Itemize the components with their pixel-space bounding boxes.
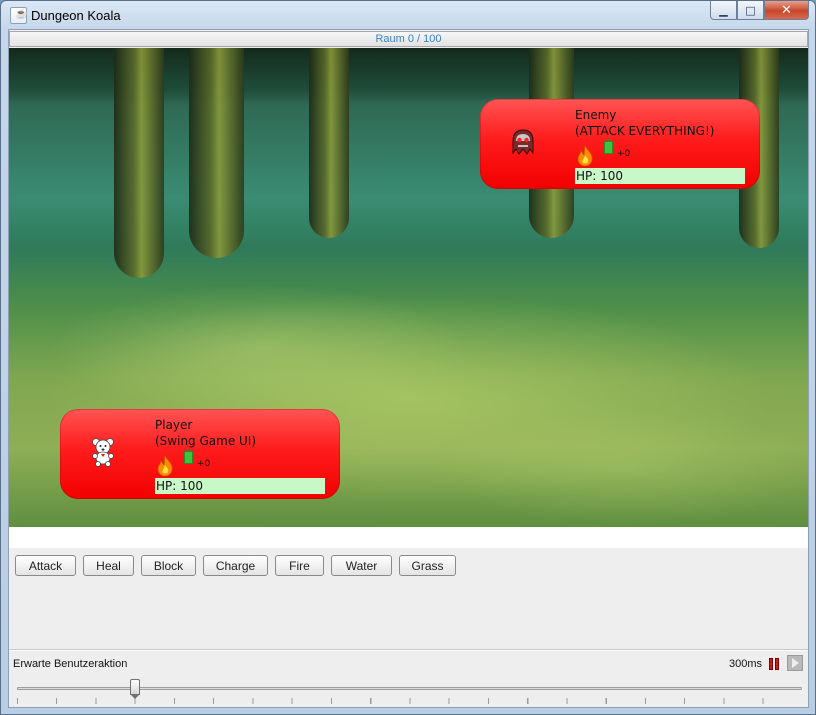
battery-icon: [604, 139, 613, 154]
window-controls: ▁ □ ✕: [710, 1, 809, 21]
block-button[interactable]: Block: [141, 555, 196, 576]
enemy-card: Enemy (ATTACK EVERYTHING!) +0 HP: 100: [480, 99, 760, 189]
maximize-button[interactable]: □: [737, 1, 764, 20]
app-window: ☕ Dungeon Koala ▁ □ ✕ Raum 0 / 100 Enemy…: [0, 0, 816, 715]
enemy-hp-bar: HP: 100: [575, 168, 745, 184]
slider-thumb[interactable]: [130, 679, 140, 699]
room-progress-bar: Raum 0 / 100: [9, 31, 808, 47]
close-icon: ✕: [781, 2, 792, 18]
minimize-button[interactable]: ▁: [710, 1, 737, 20]
ghost-monster-icon: [512, 129, 534, 155]
tree-trunk: [189, 48, 244, 258]
grass-button[interactable]: Grass: [399, 555, 456, 576]
player-hp-bar: HP: 100: [155, 478, 325, 494]
play-icon[interactable]: [787, 655, 803, 671]
client-area: Raum 0 / 100 Enemy (ATTACK EVERYTHING!): [8, 29, 809, 708]
speed-label: 300ms: [729, 658, 763, 670]
pause-icon[interactable]: [769, 658, 780, 670]
water-button[interactable]: Water: [331, 555, 392, 576]
message-area: [9, 527, 808, 548]
tree-trunk: [309, 48, 349, 238]
enemy-charge: +0: [617, 149, 631, 159]
attack-button[interactable]: Attack: [15, 555, 76, 576]
fire-icon: [577, 145, 593, 167]
maximize-icon: □: [745, 3, 756, 17]
tree-trunk: [114, 48, 164, 278]
progress-label: Raum 0 / 100: [375, 33, 442, 45]
minimize-icon: ▁: [719, 3, 728, 17]
window-title: Dungeon Koala: [31, 8, 121, 23]
speed-slider[interactable]: [17, 678, 802, 706]
enemy-name: Enemy: [575, 108, 617, 122]
teddy-koala-icon: [92, 438, 114, 467]
close-button[interactable]: ✕: [764, 1, 809, 20]
battery-icon: [184, 449, 193, 464]
player-name: Player: [155, 418, 193, 432]
enemy-strategy: (ATTACK EVERYTHING!): [575, 124, 715, 138]
title-bar[interactable]: ☕ Dungeon Koala ▁ □ ✕: [1, 1, 815, 29]
battle-scene: Enemy (ATTACK EVERYTHING!) +0 HP: 100 Pl…: [9, 48, 808, 527]
fire-button[interactable]: Fire: [275, 555, 324, 576]
player-card: Player (Swing Game UI) +0 HP: 100: [60, 409, 340, 499]
java-cup-icon: ☕: [10, 7, 27, 24]
action-buttons: Attack Heal Block Charge Fire Water Gras…: [15, 555, 456, 576]
charge-button[interactable]: Charge: [203, 555, 268, 576]
fire-icon: [157, 455, 173, 477]
heal-button[interactable]: Heal: [83, 555, 134, 576]
player-strategy: (Swing Game UI): [155, 434, 257, 448]
divider: [9, 649, 808, 651]
status-text: Erwarte Benutzeraktion: [13, 658, 128, 670]
player-charge: +0: [197, 459, 211, 469]
